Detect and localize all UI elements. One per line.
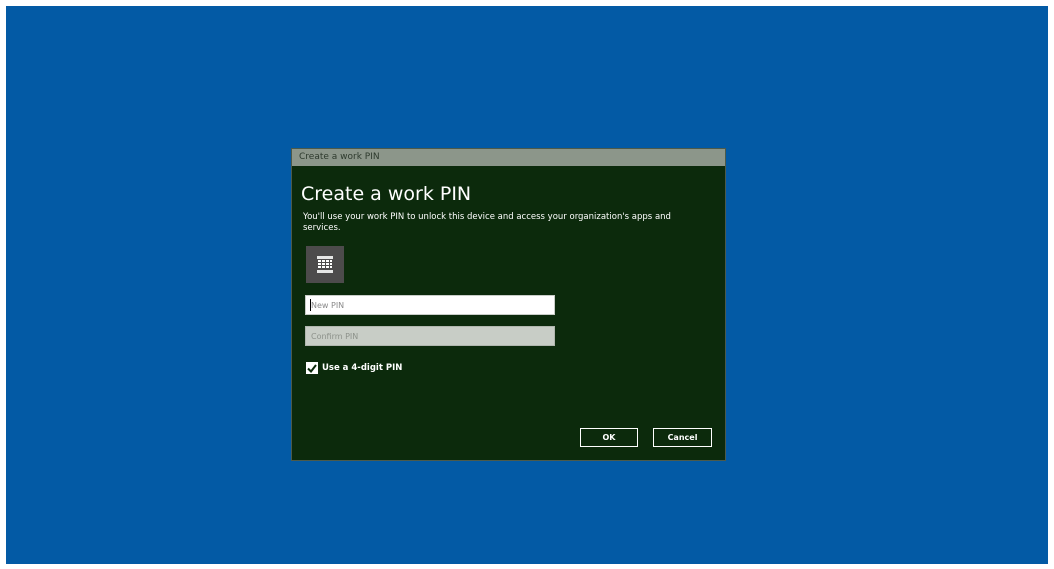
ok-button[interactable]: OK [579,427,639,448]
use-4-digit-pin-checkbox[interactable]: Use a 4-digit PIN [306,362,402,374]
text-caret [310,299,311,311]
checkbox-label: Use a 4-digit PIN [322,363,403,373]
create-pin-dialog: Create a work PIN Create a work PIN You'… [291,148,726,461]
cancel-button[interactable]: Cancel [652,427,713,448]
keypad-button[interactable] [306,246,344,283]
new-pin-input[interactable] [305,295,555,315]
checkbox-box[interactable] [306,362,318,374]
dialog-heading: Create a work PIN [301,183,472,205]
keypad-icon [317,256,333,273]
dialog-titlebar: Create a work PIN [292,149,725,166]
checkmark-icon [307,363,317,373]
dialog-description: You'll use your work PIN to unlock this … [303,212,671,233]
desktop-background: Create a work PIN Create a work PIN You'… [6,6,1048,564]
confirm-pin-input[interactable] [305,326,555,346]
